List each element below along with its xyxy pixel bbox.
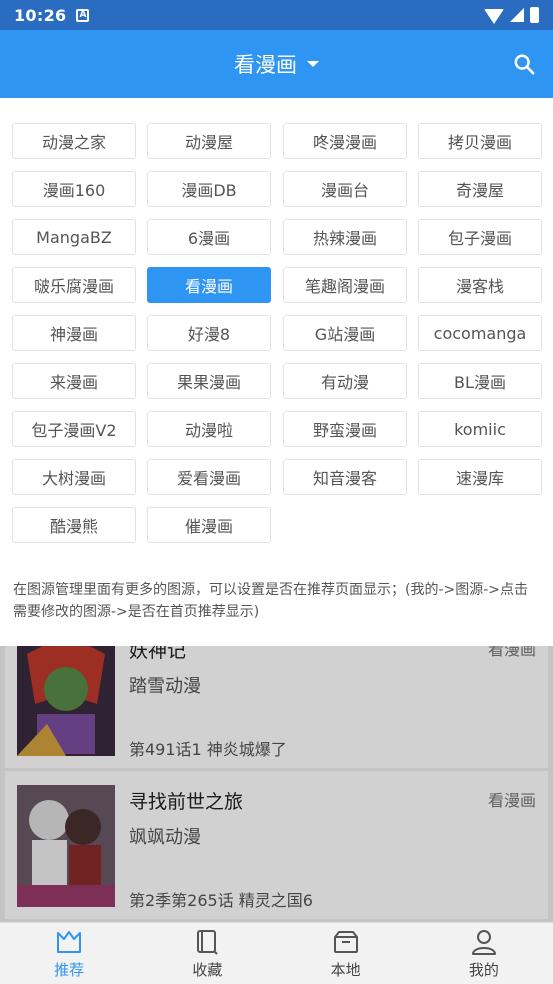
source-chip[interactable]: 包子漫画V2 xyxy=(12,411,136,447)
crown-icon xyxy=(57,931,82,953)
source-chip[interactable]: 野蛮漫画 xyxy=(283,411,407,447)
source-chip[interactable]: 拷贝漫画 xyxy=(418,123,542,159)
person-icon xyxy=(471,930,496,955)
app-bar-title: 看漫画 xyxy=(234,53,297,77)
source-chip[interactable]: 果果漫画 xyxy=(147,363,271,399)
search-icon[interactable] xyxy=(513,53,535,75)
source-chip[interactable]: MangaBZ xyxy=(12,219,136,255)
source-chip[interactable]: komiic xyxy=(418,411,542,447)
source-chip[interactable]: 笔趣阁漫画 xyxy=(283,267,407,303)
source-chip[interactable]: 速漫库 xyxy=(418,459,542,495)
nav-label: 我的 xyxy=(468,961,499,979)
nav-local[interactable]: 本地 xyxy=(277,923,415,984)
source-chip[interactable]: 大树漫画 xyxy=(12,459,136,495)
battery-icon xyxy=(530,7,539,23)
source-chip[interactable]: 漫画DB xyxy=(147,171,271,207)
source-chip[interactable]: G站漫画 xyxy=(283,315,407,351)
source-chip[interactable]: 漫客栈 xyxy=(418,267,542,303)
source-chip[interactable]: 热辣漫画 xyxy=(283,219,407,255)
status-bar: 10:26 A xyxy=(0,0,553,30)
nav-recommend[interactable]: 推荐 xyxy=(0,923,138,984)
source-chip[interactable]: BL漫画 xyxy=(418,363,542,399)
source-chip[interactable]: 爱看漫画 xyxy=(147,459,271,495)
source-chip[interactable]: 啵乐腐漫画 xyxy=(12,267,136,303)
nav-favorites[interactable]: 收藏 xyxy=(138,923,276,984)
dropdown-caret-icon xyxy=(307,61,319,67)
bottom-nav: 推荐 收藏 本地 我的 xyxy=(0,922,553,984)
source-chip[interactable]: 看漫画 xyxy=(147,267,271,303)
source-chip[interactable]: 动漫啦 xyxy=(147,411,271,447)
cellular-icon xyxy=(510,8,524,22)
source-chip[interactable]: cocomanga xyxy=(418,315,542,351)
source-selector[interactable]: 看漫画 xyxy=(0,30,553,98)
source-chip[interactable]: 包子漫画 xyxy=(418,219,542,255)
nav-label: 推荐 xyxy=(54,961,85,979)
source-chip[interactable]: 知音漫客 xyxy=(283,459,407,495)
status-time: 10:26 xyxy=(14,5,67,25)
nav-label: 收藏 xyxy=(192,961,223,979)
nav-label: 本地 xyxy=(330,961,361,979)
source-chip[interactable]: 有动漫 xyxy=(283,363,407,399)
source-chip[interactable]: 好漫8 xyxy=(147,315,271,351)
source-hint-text: 在图源管理里面有更多的图源，可以设置是否在推荐页面显示；(我的->图源->点击需… xyxy=(13,582,529,620)
source-chip[interactable]: 动漫之家 xyxy=(12,123,136,159)
app-bar: 看漫画 xyxy=(0,30,553,98)
source-chip[interactable]: 酷漫熊 xyxy=(12,507,136,543)
source-chip[interactable]: 神漫画 xyxy=(12,315,136,351)
wifi-icon xyxy=(484,9,504,24)
source-chip[interactable]: 漫画160 xyxy=(12,171,136,207)
source-chip[interactable]: 催漫画 xyxy=(147,507,271,543)
box-icon xyxy=(333,931,358,953)
book-icon xyxy=(197,930,219,955)
source-chip[interactable]: 来漫画 xyxy=(12,363,136,399)
source-chip[interactable]: 咚漫漫画 xyxy=(283,123,407,159)
source-picker-panel: 动漫之家 动漫屋 咚漫漫画 拷贝漫画漫画160 漫画DB 漫画台 奇漫屋 MangaBZ 6漫画… xyxy=(0,98,553,646)
nav-mine[interactable]: 我的 xyxy=(415,923,553,984)
source-chip[interactable]: 奇漫屋 xyxy=(418,171,542,207)
source-chip[interactable]: 6漫画 xyxy=(147,219,271,255)
notification-a-icon: A xyxy=(76,8,90,22)
source-chip[interactable]: 动漫屋 xyxy=(147,123,271,159)
source-chip[interactable]: 漫画台 xyxy=(283,171,407,207)
